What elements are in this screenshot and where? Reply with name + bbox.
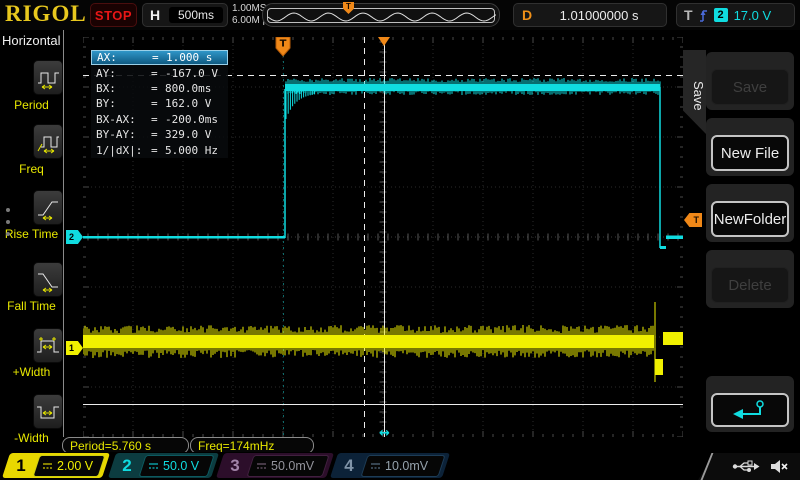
delete-slot: Delete [706, 250, 794, 308]
usb-icon[interactable] [732, 460, 760, 473]
rise-time-icon [35, 195, 61, 221]
trigger-level-marker[interactable]: T [684, 213, 702, 227]
channel-status-bar: 1 2.00 V 2 50.0 V [0, 452, 800, 480]
cursor-row-inv-dx: 1/|dX|: = 5.000 Hz [91, 142, 228, 157]
cursor-row-ax: AX: = 1.000 s [91, 50, 228, 65]
channel-1-chip[interactable]: 1 2.00 V [6, 453, 106, 478]
dc-coupling-icon [42, 461, 53, 470]
fall-time-button[interactable] [33, 262, 63, 297]
cursor-row-ay: AY: = -167.0 V [91, 65, 228, 80]
channel-2-number: 2 [112, 456, 142, 476]
channel-4-number: 4 [334, 456, 364, 476]
return-arrow-icon [729, 399, 771, 421]
horizontal-timebase-box[interactable]: H 500ms [142, 3, 228, 27]
run-state-indicator[interactable]: STOP [90, 3, 137, 27]
pos-width-label: +Width [0, 365, 63, 379]
channel-1-scale: 2.00 V [57, 459, 93, 473]
channel-2-chip[interactable]: 2 50.0 V [112, 453, 215, 478]
new-file-slot: New File [706, 118, 794, 176]
return-slot [706, 376, 794, 432]
preview-waveform [268, 9, 496, 24]
neg-width-label: -Width [0, 431, 63, 445]
channel-3-chip[interactable]: 3 50.0mV [220, 453, 330, 478]
save-slot: Save [706, 52, 794, 110]
rising-edge-icon [699, 8, 708, 23]
channel-2-scale: 50.0 V [163, 459, 199, 473]
ch2-position-marker[interactable]: 2 [66, 230, 83, 244]
brand-logo: RIGOL [5, 1, 87, 27]
timebase-value: 500ms [169, 7, 223, 23]
new-folder-button[interactable]: NewFolder [711, 201, 789, 237]
channel-3-scale: 50.0mV [271, 459, 314, 473]
channel-1-number: 1 [6, 456, 36, 476]
page-dot [6, 220, 10, 224]
cursor-drag-handle-icon[interactable]: ↔ [379, 426, 390, 437]
channel-3-number: 3 [220, 456, 250, 476]
cursor-row-bx: BX: = 800.0ms [91, 81, 228, 96]
top-status-bar: RIGOL STOP H 500ms 1.00MSa/s 6.00M pts T… [0, 0, 800, 30]
trigger-position-label: T [280, 39, 287, 50]
trigger-source-badge: 2 [714, 8, 728, 22]
pos-width-button[interactable] [33, 328, 63, 363]
freq-button[interactable] [33, 124, 63, 159]
delay-value: 1.01000000 s [532, 8, 666, 23]
freq-label: Freq [0, 162, 63, 176]
delay-label: D [522, 7, 532, 23]
neg-width-icon [35, 399, 61, 425]
fall-time-label: Fall Time [0, 299, 63, 313]
dc-coupling-icon [256, 461, 267, 470]
new-folder-slot: NewFolder [706, 184, 794, 242]
channel-4-scale: 10.0mV [385, 459, 428, 473]
dc-coupling-icon [370, 461, 381, 470]
ch1-position-marker[interactable]: 1 [66, 341, 83, 355]
save-button[interactable]: Save [711, 69, 789, 105]
speaker-muted-icon[interactable] [770, 459, 788, 474]
trigger-level-value: 17.0 V [734, 8, 772, 23]
page-dot [6, 208, 10, 212]
h-label: H [150, 7, 160, 23]
pos-width-icon [35, 333, 61, 359]
period-icon [35, 65, 61, 91]
neg-width-button[interactable] [33, 394, 63, 429]
period-button[interactable] [33, 60, 63, 95]
rise-time-button[interactable] [33, 190, 63, 225]
waveform-preview-bar[interactable]: T [262, 3, 500, 27]
oscilloscope-screen: RIGOL STOP H 500ms 1.00MSa/s 6.00M pts T… [0, 0, 800, 480]
page-dot [6, 232, 10, 236]
return-button[interactable] [711, 393, 789, 427]
cursor-measurement-panel: AX: = 1.000 s AY: = -167.0 V BX: = 800.0… [91, 50, 228, 158]
trigger-status-box[interactable]: T 2 17.0 V [676, 3, 795, 27]
freq-icon [35, 129, 61, 155]
left-menu-divider [63, 30, 64, 437]
cursor-row-by-ay: BY-AY: = 329.0 V [91, 127, 228, 142]
cursor-row-bx-ax: BX-AX: = -200.0ms [91, 112, 228, 127]
delay-readout-box[interactable]: D 1.01000000 s [513, 3, 667, 27]
left-menu-title: Horizontal [2, 33, 62, 48]
period-label: Period [0, 98, 63, 112]
fall-time-icon [35, 267, 61, 293]
dc-coupling-icon [148, 461, 159, 470]
cursor-row-by: BY: = 162.0 V [91, 96, 228, 111]
left-function-menu: Horizontal Period Freq Rise Time [0, 30, 62, 452]
channel-4-chip[interactable]: 4 10.0mV [334, 453, 446, 478]
new-file-button[interactable]: New File [711, 135, 789, 171]
delete-button[interactable]: Delete [711, 267, 789, 303]
run-state-label: STOP [95, 8, 132, 23]
notification-area [698, 453, 800, 480]
save-menu-tab[interactable]: Save [683, 50, 706, 134]
trigger-label: T [684, 7, 693, 23]
preview-window [267, 8, 495, 23]
